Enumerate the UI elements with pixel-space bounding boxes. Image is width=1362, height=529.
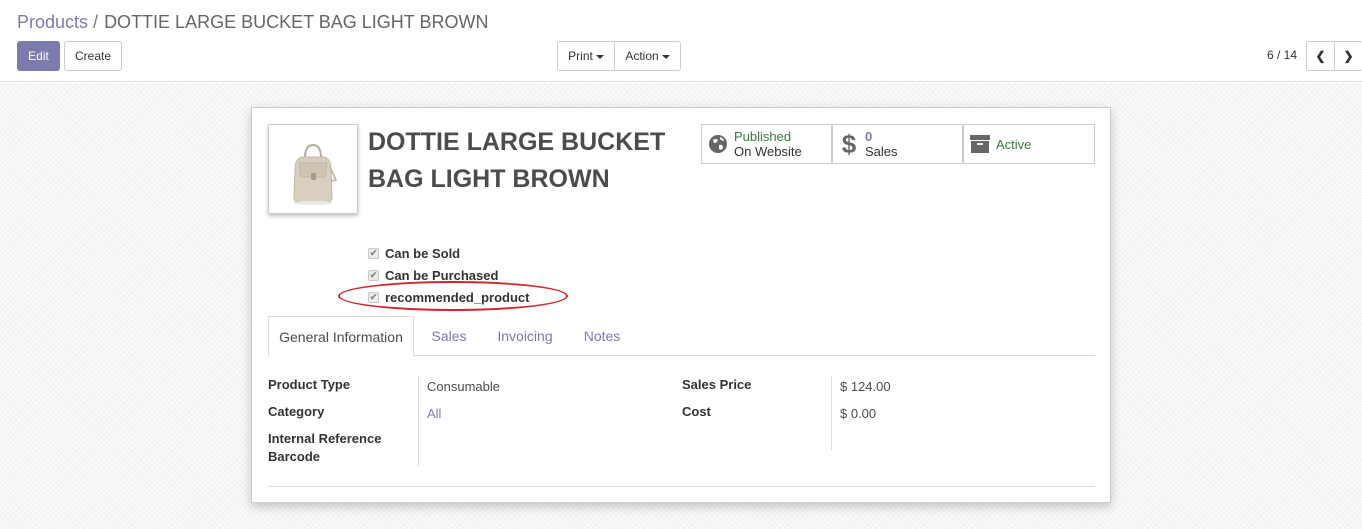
chevron-left-icon: ❮ [1315,49,1326,63]
pager-previous-button[interactable]: ❮ [1306,41,1335,71]
dollar-icon: $ [841,128,857,159]
field-divider [831,376,832,450]
breadcrumb-current: DOTTIE LARGE BUCKET BAG LIGHT BROWN [104,12,489,32]
chevron-right-icon: ❯ [1343,49,1354,63]
breadcrumb: Products / DOTTIE LARGE BUCKET BAG LIGHT B… [17,12,488,33]
print-dropdown[interactable]: Print [557,41,615,71]
sales-label: Sales [865,144,898,159]
field-divider [418,376,419,466]
edit-button[interactable]: Edit [17,41,60,71]
sales-button[interactable]: $ 0 Sales [832,124,963,164]
sales-price-value: $ 124.00 [840,379,891,394]
product-image[interactable] [268,124,358,214]
pager-value[interactable]: 6 / 14 [1267,48,1297,62]
tab-label: Sales [431,328,467,344]
can-be-purchased-checkbox[interactable]: ✔ [368,269,379,281]
product-type-label: Product Type [268,377,351,392]
caret-down-icon [595,54,604,59]
tab-notes[interactable]: Notes [577,316,627,356]
control-panel: Products / DOTTIE LARGE BUCKET BAG LIGHT B… [0,0,1362,82]
action-dropdown[interactable]: Action [614,41,681,71]
can-be-sold-label: Can be Sold [385,245,461,261]
notebook-tabs: General Information Sales Invoicing Note… [268,316,1095,357]
create-button-label: Create [74,49,112,63]
print-label: Print [568,49,593,63]
edit-button-label: Edit [28,49,49,63]
tab-sales[interactable]: Sales [423,316,475,356]
category-link[interactable]: All [427,406,441,421]
section-divider [268,486,1095,487]
internal-reference-label: Internal Reference [268,431,382,446]
bucket-bag-icon [293,143,338,205]
caret-down-icon [661,54,670,59]
active-label: Active [996,136,1032,152]
tab-invoicing[interactable]: Invoicing [492,316,558,356]
can-be-sold-row: ✔ Can be Sold [368,242,529,264]
cost-label: Cost [682,404,711,419]
pager-next-button[interactable]: ❯ [1334,41,1362,71]
create-button[interactable]: Create [64,41,122,71]
sales-price-label: Sales Price [682,377,752,392]
barcode-label: Barcode [268,449,321,464]
breadcrumb-products-link[interactable]: Products [17,12,88,32]
tab-label: Notes [583,328,621,344]
can-be-sold-checkbox[interactable]: ✔ [368,247,379,259]
sales-count: 0 [865,129,873,144]
archive-icon [964,135,996,153]
globe-icon [702,134,734,154]
tab-label: Invoicing [497,328,553,344]
published-subtitle: On Website [734,144,802,159]
annotation-ellipse [338,281,568,311]
tab-label: General Information [279,328,403,345]
product-type-value: Consumable [427,379,500,394]
published-on-website-button[interactable]: Published On Website [701,124,832,164]
form-sheet: DOTTIE LARGE BUCKET BAG LIGHT BROWN Publ… [251,107,1111,503]
active-toggle-button[interactable]: Active [963,124,1095,164]
action-label: Action [625,49,659,63]
published-status: Published [734,129,792,144]
cost-value: $ 0.00 [840,406,877,421]
breadcrumb-separator: / [93,12,99,32]
category-label: Category [268,404,325,419]
tab-general-information[interactable]: General Information [268,316,414,357]
product-name: DOTTIE LARGE BUCKET BAG LIGHT BROWN [368,128,666,193]
